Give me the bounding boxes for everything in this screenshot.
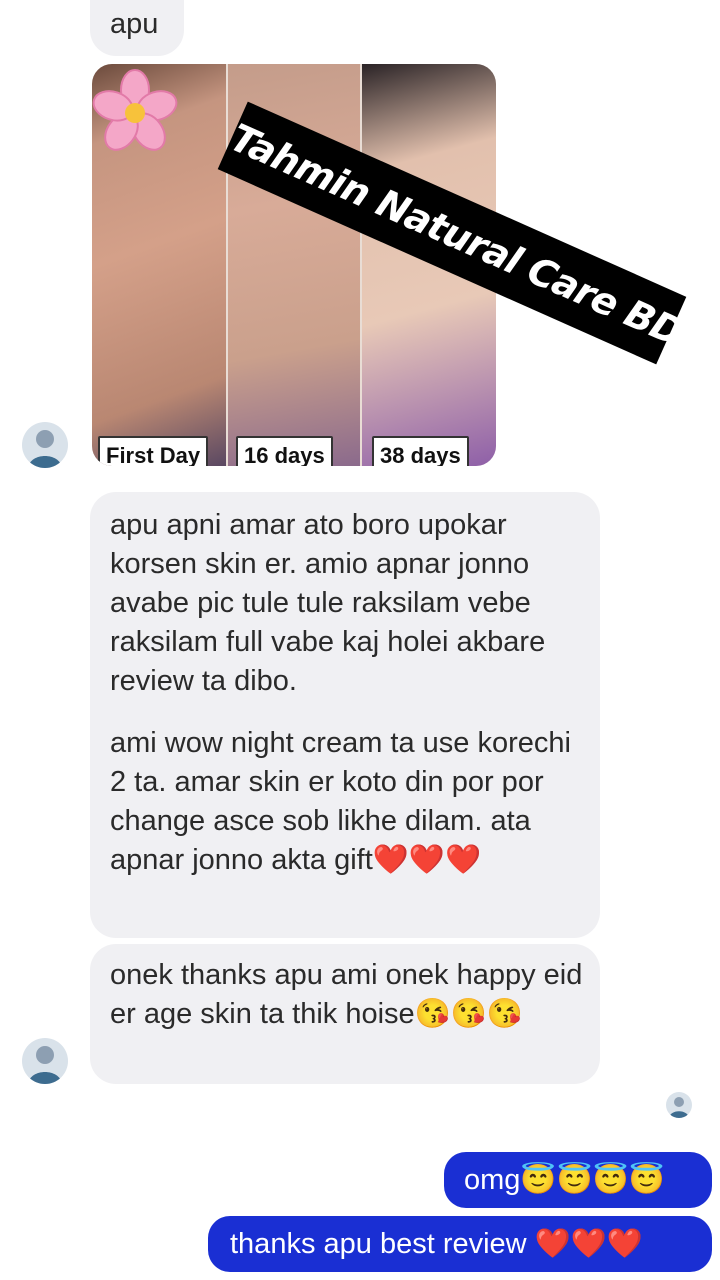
message-bubble-reply-thanks[interactable]: thanks apu best review ❤️❤️❤️ xyxy=(208,1216,712,1272)
label-38-days: 38 days xyxy=(372,436,469,466)
contact-avatar[interactable] xyxy=(22,422,68,468)
flower-icon xyxy=(92,69,178,151)
avatar-icon xyxy=(28,1046,62,1084)
label-first-day: First Day xyxy=(98,436,209,466)
contact-avatar[interactable] xyxy=(22,1038,68,1084)
read-receipt-avatar xyxy=(666,1092,692,1118)
message-text: ami wow night cream ta use korechi 2 ta.… xyxy=(110,727,571,876)
avatar-icon xyxy=(669,1097,689,1118)
message-text: omg😇😇😇😇 xyxy=(464,1164,665,1196)
message-text: thanks apu best review ❤️❤️❤️ xyxy=(230,1228,643,1260)
message-text: apu apni amar ato boro upokar korsen ski… xyxy=(110,509,546,697)
label-16-days: 16 days xyxy=(236,436,333,466)
message-bubble-reply-omg[interactable]: omg😇😇😇😇 xyxy=(444,1152,712,1208)
avatar-icon xyxy=(28,430,62,468)
message-bubble-review[interactable]: apu apni amar ato boro upokar korsen ski… xyxy=(90,492,600,938)
message-text: apu xyxy=(110,8,159,40)
message-bubble-apu[interactable]: apu xyxy=(90,0,184,56)
message-bubble-thanks[interactable]: onek thanks apu ami onek happy eid er ag… xyxy=(90,944,600,1084)
message-text: onek thanks apu ami onek happy eid er ag… xyxy=(110,959,583,1030)
